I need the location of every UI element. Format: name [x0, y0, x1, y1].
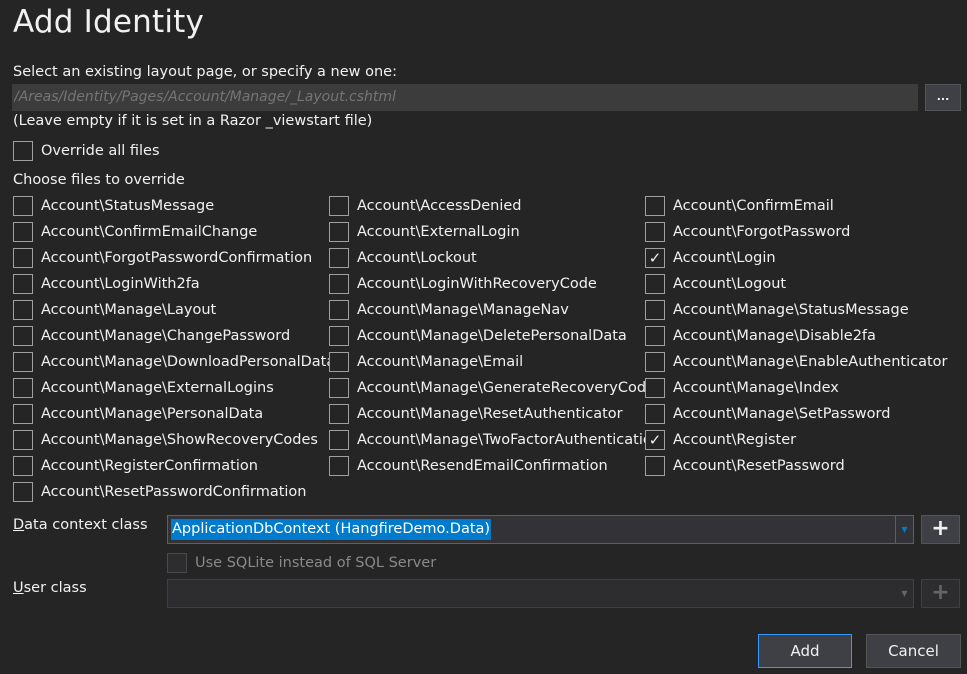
sqlite-label: Use SQLite instead of SQL Server — [195, 555, 437, 571]
file-checkbox-label: Account\Manage\DownloadPersonalData — [41, 354, 329, 370]
dialog-title: Add Identity — [13, 4, 205, 40]
file-checkbox-label: Account\Manage\ChangePassword — [41, 328, 291, 344]
file-checkbox[interactable] — [13, 456, 33, 476]
file-checkbox-label: Account\AccessDenied — [357, 198, 522, 214]
checkmark-icon: ✓ — [648, 431, 662, 449]
browse-layout-button[interactable]: ... — [925, 84, 961, 111]
file-checkbox[interactable] — [329, 378, 349, 398]
file-checkbox[interactable] — [13, 430, 33, 450]
file-checkbox-label: Account\Logout — [673, 276, 787, 292]
file-checkbox[interactable] — [13, 482, 33, 502]
file-checkbox-label: Account\Lockout — [357, 250, 477, 266]
file-checkbox[interactable] — [645, 196, 665, 216]
file-checkbox[interactable] — [13, 404, 33, 424]
file-checkbox[interactable] — [13, 378, 33, 398]
file-checkbox[interactable] — [329, 326, 349, 346]
file-checkbox[interactable] — [645, 352, 665, 372]
chevron-down-icon[interactable]: ▼ — [895, 516, 913, 543]
file-checkbox-label: Account\Manage\Disable2fa — [673, 328, 876, 344]
file-checkbox-label: Account\Manage\ExternalLogins — [41, 380, 274, 396]
data-context-value: ApplicationDbContext (HangfireDemo.Data) — [171, 519, 492, 540]
add-user-class-button[interactable]: + — [921, 579, 960, 608]
file-checkbox[interactable] — [329, 404, 349, 424]
file-checkbox-label: Account\ConfirmEmail — [673, 198, 834, 214]
layout-path-input[interactable] — [12, 84, 918, 111]
layout-hint: (Leave empty if it is set in a Razor _vi… — [13, 113, 373, 129]
file-checkbox-label: Account\ExternalLogin — [357, 224, 520, 240]
file-checkbox[interactable] — [13, 352, 33, 372]
user-class-combobox[interactable]: ▼ — [167, 579, 914, 608]
file-checkbox-label: Account\Manage\SetPassword — [673, 406, 891, 422]
checkmark-icon: ✓ — [648, 249, 662, 267]
file-checkbox-label: Account\ResetPasswordConfirmation — [41, 484, 307, 500]
file-checkbox[interactable] — [645, 326, 665, 346]
file-checkbox[interactable]: ✓ — [645, 430, 665, 450]
file-checkbox-label: Account\Manage\EnableAuthenticator — [673, 354, 948, 370]
file-checkbox[interactable] — [645, 222, 665, 242]
file-checkbox-label: Account\Manage\Email — [357, 354, 524, 370]
file-checkbox[interactable] — [13, 248, 33, 268]
file-checkbox-label: Account\Manage\DeletePersonalData — [357, 328, 627, 344]
file-checkbox[interactable] — [645, 300, 665, 320]
file-checkbox-label: Account\LoginWith2fa — [41, 276, 200, 292]
chevron-down-icon[interactable]: ▼ — [896, 580, 913, 607]
file-checkbox-label: Account\ForgotPasswordConfirmation — [41, 250, 313, 266]
user-class-label: User class — [13, 580, 87, 596]
file-checkbox[interactable] — [13, 300, 33, 320]
file-checkbox[interactable] — [329, 456, 349, 476]
user-class-label-rest: ser class — [23, 580, 87, 596]
add-identity-dialog: Add Identity Select an existing layout p… — [0, 0, 967, 674]
file-checkbox-label: Account\Login — [673, 250, 776, 266]
file-checkbox-label: Account\Register — [673, 432, 797, 448]
add-data-context-button[interactable]: + — [921, 515, 960, 544]
file-checkbox-label: Account\Manage\TwoFactorAuthentication — [357, 432, 645, 448]
file-checkbox[interactable] — [329, 196, 349, 216]
override-all-checkbox[interactable] — [13, 141, 33, 161]
choose-files-label: Choose files to override — [13, 172, 185, 188]
sqlite-checkbox[interactable] — [167, 553, 187, 573]
add-button[interactable]: Add — [758, 634, 852, 668]
file-checkbox[interactable] — [645, 404, 665, 424]
file-checkbox-label: Account\ForgotPassword — [673, 224, 851, 240]
file-checkbox-label: Account\Manage\ResetAuthenticator — [357, 406, 623, 422]
file-checkbox-label: Account\Manage\PersonalData — [41, 406, 264, 422]
file-checkbox[interactable] — [13, 196, 33, 216]
override-all-label: Override all files — [41, 143, 160, 159]
file-checkbox-label: Account\ResendEmailConfirmation — [357, 458, 608, 474]
file-checkbox[interactable] — [329, 248, 349, 268]
file-checkbox[interactable] — [13, 222, 33, 242]
file-checkbox[interactable] — [13, 326, 33, 346]
data-context-combobox[interactable]: ApplicationDbContext (HangfireDemo.Data)… — [167, 515, 914, 544]
file-checkbox-label: Account\Manage\Index — [673, 380, 839, 396]
file-checkbox[interactable] — [645, 378, 665, 398]
file-checkbox-label: Account\Manage\GenerateRecoveryCodes — [357, 380, 645, 396]
file-checkbox[interactable]: ✓ — [645, 248, 665, 268]
file-checkbox[interactable] — [329, 430, 349, 450]
data-context-label: Data context class — [13, 517, 148, 533]
file-checkbox[interactable] — [645, 274, 665, 294]
file-checkbox-label: Account\Manage\StatusMessage — [673, 302, 909, 318]
file-checkbox-label: Account\RegisterConfirmation — [41, 458, 258, 474]
file-checkbox[interactable] — [329, 352, 349, 372]
file-checkbox[interactable] — [645, 456, 665, 476]
file-checkbox-label: Account\Manage\Layout — [41, 302, 217, 318]
data-context-label-rest: ata context class — [24, 517, 148, 533]
file-checkbox-label: Account\Manage\ShowRecoveryCodes — [41, 432, 318, 448]
file-checkbox-label: Account\ResetPassword — [673, 458, 845, 474]
file-checkbox-label: Account\LoginWithRecoveryCode — [357, 276, 597, 292]
file-checkbox-label: Account\StatusMessage — [41, 198, 215, 214]
file-checkbox-label: Account\Manage\ManageNav — [357, 302, 569, 318]
file-checkbox[interactable] — [329, 274, 349, 294]
file-checkbox-label: Account\ConfirmEmailChange — [41, 224, 258, 240]
file-checkbox[interactable] — [329, 222, 349, 242]
cancel-button[interactable]: Cancel — [866, 634, 961, 668]
layout-label: Select an existing layout page, or speci… — [13, 64, 397, 80]
file-checkbox[interactable] — [13, 274, 33, 294]
file-checkbox[interactable] — [329, 300, 349, 320]
